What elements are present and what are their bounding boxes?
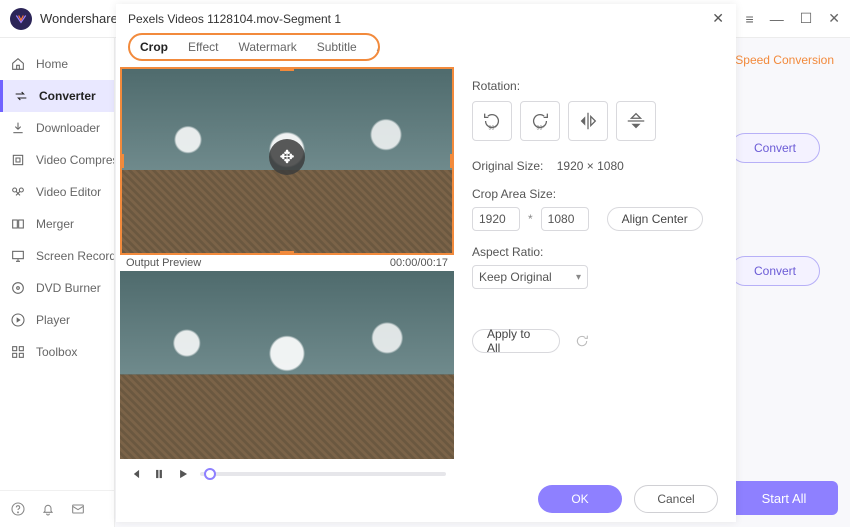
crop-height-input[interactable]: 1080 bbox=[541, 207, 589, 231]
rotate-ccw-button[interactable]: 90° bbox=[472, 101, 512, 141]
convert-button-1[interactable]: Convert bbox=[730, 133, 820, 163]
sidebar-item-player[interactable]: Player bbox=[0, 304, 114, 336]
bell-icon[interactable] bbox=[40, 501, 56, 517]
sidebar-item-label: Merger bbox=[36, 217, 74, 231]
original-size-label: Original Size: bbox=[472, 159, 543, 173]
dimension-separator: * bbox=[528, 212, 533, 226]
player-icon bbox=[10, 312, 26, 328]
sidebar-item-label: Toolbox bbox=[36, 345, 77, 359]
dialog-close-icon[interactable]: ✕ bbox=[712, 10, 724, 27]
toolbox-icon bbox=[10, 344, 26, 360]
flip-vertical-button[interactable] bbox=[616, 101, 656, 141]
sidebar-item-home[interactable]: Home bbox=[0, 48, 114, 80]
svg-text:90°: 90° bbox=[536, 125, 544, 131]
converter-icon bbox=[13, 88, 29, 104]
crop-area-label: Crop Area Size: bbox=[472, 187, 720, 201]
sidebar-item-label: Downloader bbox=[36, 121, 100, 135]
merger-icon bbox=[10, 216, 26, 232]
menu-icon[interactable]: ≡ bbox=[746, 11, 754, 27]
video-frame-output bbox=[120, 271, 454, 374]
sidebar-item-downloader[interactable]: Downloader bbox=[0, 112, 114, 144]
rotation-label: Rotation: bbox=[472, 79, 720, 93]
crop-handle-right[interactable] bbox=[450, 154, 454, 168]
editor-tabs: CropEffectWatermarkSubtitleAudio bbox=[128, 33, 380, 61]
editor-dialog: Pexels Videos 1128104.mov-Segment 1 ✕ Cr… bbox=[116, 4, 736, 522]
sidebar-item-label: Screen Recorde bbox=[36, 249, 114, 263]
start-all-button[interactable]: Start All bbox=[730, 481, 838, 515]
sidebar-item-editor[interactable]: Video Editor bbox=[0, 176, 114, 208]
svg-text:90°: 90° bbox=[488, 125, 496, 131]
mail-icon[interactable] bbox=[70, 501, 86, 517]
move-crop-handle[interactable]: ✥ bbox=[269, 139, 305, 175]
flip-horizontal-button[interactable] bbox=[568, 101, 608, 141]
output-preview bbox=[120, 271, 454, 459]
crop-width-input[interactable]: 1920 bbox=[472, 207, 520, 231]
sidebar-item-compressor[interactable]: Video Compres bbox=[0, 144, 114, 176]
sidebar-item-toolbox[interactable]: Toolbox bbox=[0, 336, 114, 368]
output-preview-label: Output Preview bbox=[126, 257, 201, 269]
aspect-ratio-label: Aspect Ratio: bbox=[472, 245, 720, 259]
ok-button[interactable]: OK bbox=[538, 485, 622, 513]
sidebar-item-label: Home bbox=[36, 57, 68, 71]
chevron-down-icon: ▾ bbox=[576, 272, 581, 283]
sidebar-item-merger[interactable]: Merger bbox=[0, 208, 114, 240]
editor-icon bbox=[10, 184, 26, 200]
reset-icon[interactable] bbox=[574, 333, 590, 349]
crop-handle-left[interactable] bbox=[120, 154, 124, 168]
maximize-icon[interactable]: ☐ bbox=[800, 10, 813, 27]
sidebar-item-dvd[interactable]: DVD Burner bbox=[0, 272, 114, 304]
tab-effect[interactable]: Effect bbox=[178, 35, 228, 59]
original-size-value: 1920 × 1080 bbox=[557, 159, 624, 173]
recorder-icon bbox=[10, 248, 26, 264]
aspect-ratio-value: Keep Original bbox=[479, 270, 552, 284]
tab-watermark[interactable]: Watermark bbox=[228, 35, 306, 59]
sidebar-item-label: Player bbox=[36, 313, 70, 327]
seek-knob[interactable] bbox=[204, 468, 216, 480]
time-display: 00:00/00:17 bbox=[390, 257, 448, 269]
app-name: Wondershare bbox=[40, 11, 118, 26]
pause-button[interactable] bbox=[152, 467, 166, 481]
cancel-button[interactable]: Cancel bbox=[634, 485, 718, 513]
dialog-title: Pexels Videos 1128104.mov-Segment 1 bbox=[128, 12, 341, 26]
minimize-icon[interactable]: — bbox=[770, 11, 784, 27]
sidebar-item-label: Converter bbox=[39, 89, 96, 103]
close-icon[interactable]: ✕ bbox=[828, 10, 840, 27]
tab-audio[interactable]: Audio bbox=[367, 35, 380, 59]
home-icon bbox=[10, 56, 26, 72]
prev-frame-button[interactable] bbox=[128, 467, 142, 481]
speed-conversion-link[interactable]: Speed Conversion bbox=[735, 53, 834, 67]
apply-to-all-button[interactable]: Apply to All bbox=[472, 329, 560, 353]
play-button[interactable] bbox=[176, 467, 190, 481]
crop-handle-bottom[interactable] bbox=[280, 251, 294, 255]
tab-subtitle[interactable]: Subtitle bbox=[307, 35, 367, 59]
compressor-icon bbox=[10, 152, 26, 168]
playback-controls bbox=[120, 459, 454, 481]
downloader-icon bbox=[10, 120, 26, 136]
sidebar-item-converter[interactable]: Converter bbox=[0, 80, 114, 112]
sidebar-item-label: Video Compres bbox=[36, 153, 114, 167]
tab-crop[interactable]: Crop bbox=[130, 35, 178, 59]
aspect-ratio-select[interactable]: Keep Original ▾ bbox=[472, 265, 588, 289]
rotate-cw-button[interactable]: 90° bbox=[520, 101, 560, 141]
convert-button-2[interactable]: Convert bbox=[730, 256, 820, 286]
sidebar-item-label: DVD Burner bbox=[36, 281, 101, 295]
align-center-button[interactable]: Align Center bbox=[607, 207, 703, 231]
sidebar-item-label: Video Editor bbox=[36, 185, 101, 199]
crop-preview[interactable]: ✥ bbox=[120, 67, 454, 255]
sidebar-item-recorder[interactable]: Screen Recorde bbox=[0, 240, 114, 272]
crop-handle-top[interactable] bbox=[280, 67, 294, 71]
dvd-icon bbox=[10, 280, 26, 296]
seek-slider[interactable] bbox=[200, 472, 446, 476]
help-icon[interactable] bbox=[10, 501, 26, 517]
app-logo bbox=[10, 8, 32, 30]
sidebar: Home Converter Downloader Video Compres Vide… bbox=[0, 38, 115, 527]
